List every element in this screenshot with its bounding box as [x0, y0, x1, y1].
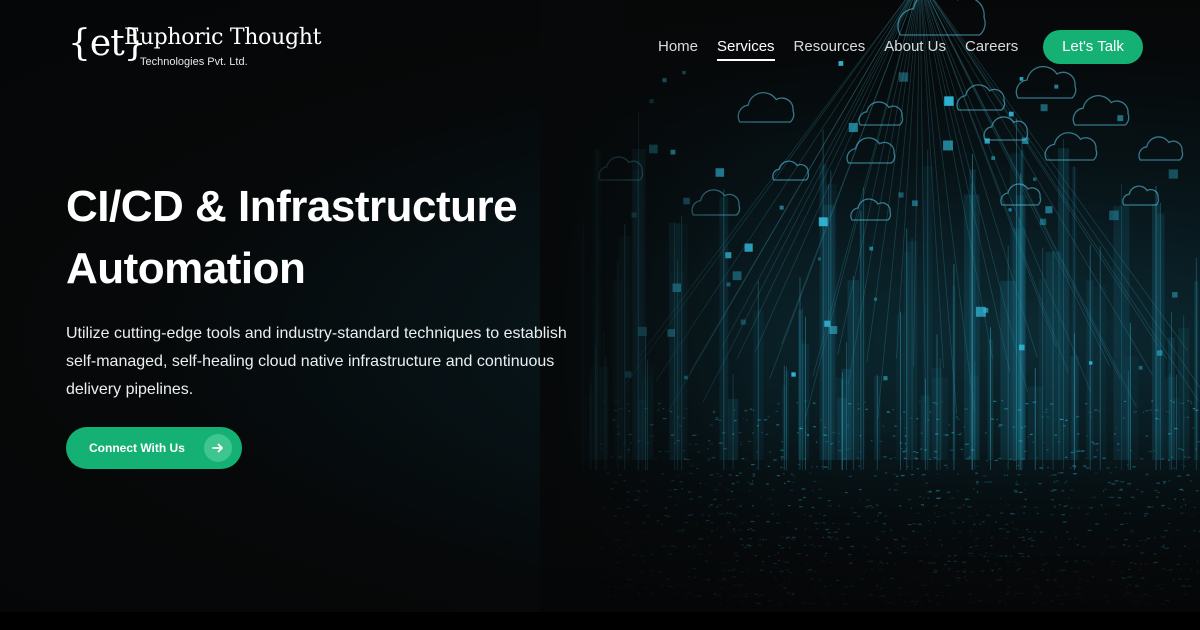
logo-company-name: Euphoric Thought [124, 25, 322, 50]
nav-item-about-us[interactable]: About Us [884, 36, 946, 58]
arrow-right-icon [204, 434, 232, 462]
bottom-strip [0, 612, 1200, 630]
nav-item-services[interactable]: Services [717, 36, 775, 61]
main-navigation: Home Services Resources About Us Careers [658, 36, 1037, 61]
nav-item-home[interactable]: Home [658, 36, 698, 58]
nav-item-resources[interactable]: Resources [794, 36, 866, 58]
lets-talk-button[interactable]: Let's Talk [1043, 30, 1143, 64]
logo-company-subtitle: Technologies Pvt. Ltd. [140, 56, 248, 68]
page-title: CI/CD & Infrastructure Automation [66, 176, 586, 300]
connect-with-us-label: Connect With Us [89, 441, 185, 455]
connect-with-us-button[interactable]: Connect With Us [66, 427, 242, 469]
hero-description: Utilize cutting-edge tools and industry-… [66, 325, 567, 398]
page-title-line-2: Automation [66, 244, 306, 293]
hero-section [0, 0, 1200, 612]
digital-cityscape-image [540, 0, 1200, 612]
company-logo[interactable]: {et} Euphoric Thought Technologies Pvt. … [68, 22, 321, 74]
nav-item-careers[interactable]: Careers [965, 36, 1018, 58]
page-title-line-1: CI/CD & Infrastructure [66, 182, 518, 231]
